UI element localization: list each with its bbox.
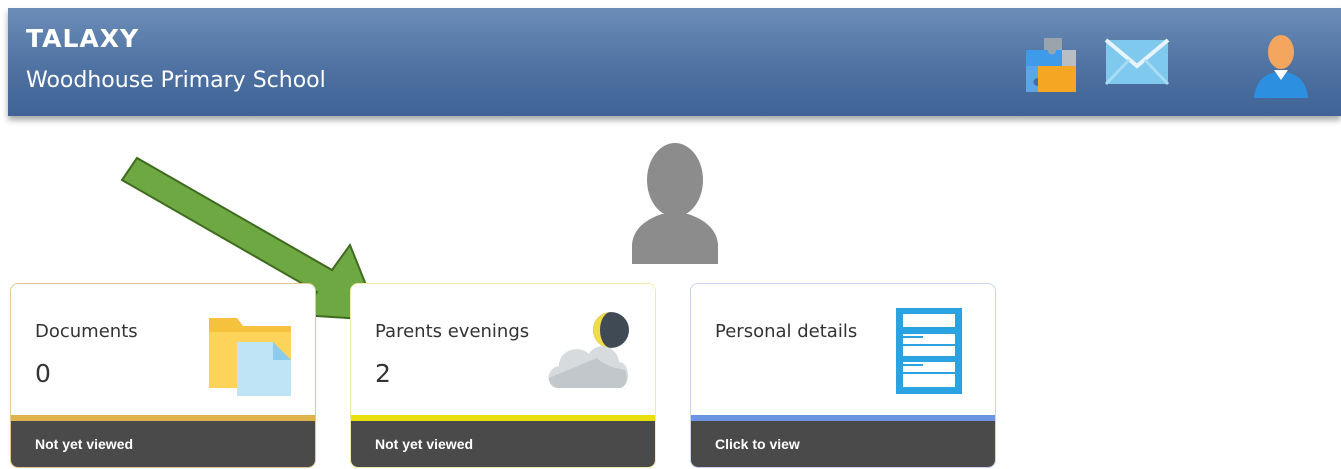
tile-footer[interactable]: Click to view xyxy=(691,421,995,467)
tile-documents[interactable]: Documents 0 Not yet viewed xyxy=(10,283,316,468)
tile-count: 2 xyxy=(375,359,391,388)
user-icon[interactable] xyxy=(1246,28,1316,98)
tile-personal-details[interactable]: Personal details Click to view xyxy=(690,283,996,468)
puzzle-icon[interactable] xyxy=(1016,28,1086,98)
tile-title: Documents xyxy=(35,321,138,342)
tile-count: 0 xyxy=(35,359,51,388)
school-name: Woodhouse Primary School xyxy=(26,68,326,93)
mail-icon[interactable] xyxy=(1102,28,1172,98)
app-header: TALAXY Woodhouse Primary School xyxy=(8,8,1341,116)
tile-footer[interactable]: Not yet viewed xyxy=(351,421,655,467)
folder-document-icon xyxy=(207,312,297,398)
tile-title: Parents evenings xyxy=(375,321,530,342)
tile-footer[interactable]: Not yet viewed xyxy=(11,421,315,467)
tile-title: Personal details xyxy=(715,321,858,342)
brand-logo[interactable]: TALAXY xyxy=(26,24,139,53)
document-list-icon xyxy=(894,306,964,396)
weather-cloud-moon-icon xyxy=(545,310,631,390)
profile-avatar-icon xyxy=(632,138,718,264)
tile-parents-evenings[interactable]: Parents evenings 2 Not yet viewed xyxy=(350,283,656,468)
